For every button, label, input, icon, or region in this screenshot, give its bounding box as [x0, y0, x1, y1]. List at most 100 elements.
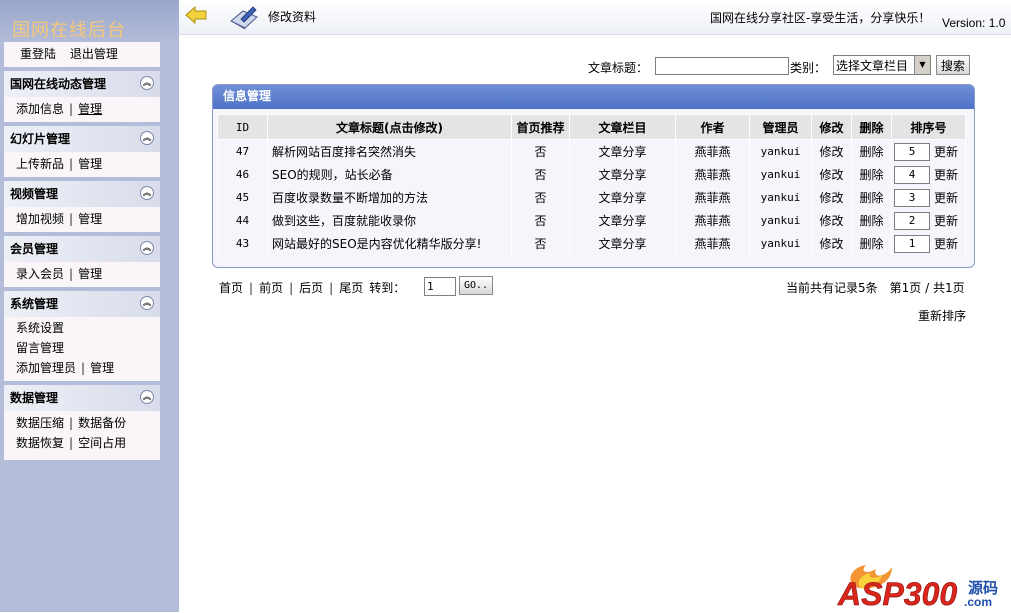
- logo-text: ASP300: [837, 576, 957, 610]
- cell-admin: yankui: [749, 139, 812, 163]
- sidebar-section-header[interactable]: 系统管理 ︽: [4, 291, 160, 317]
- sidebar-section-header[interactable]: 幻灯片管理 ︽: [4, 126, 160, 152]
- sidebar-section-members: 会员管理 ︽ 录入会员 | 管理: [4, 236, 160, 287]
- goto-page-input[interactable]: [424, 277, 456, 296]
- go-button[interactable]: GO..: [459, 276, 493, 295]
- article-title-link[interactable]: 做到这些，百度就能收录你: [267, 209, 512, 232]
- cell-sort: 更新: [891, 163, 966, 186]
- edit-link[interactable]: 修改: [811, 163, 852, 186]
- update-link[interactable]: 更新: [934, 237, 958, 251]
- section-title: 视频管理: [10, 187, 59, 201]
- add-member-link[interactable]: 录入会员: [16, 267, 64, 281]
- delete-link[interactable]: 删除: [851, 186, 892, 209]
- cell-category: 文章分享: [569, 163, 676, 186]
- guestbook-link[interactable]: 留言管理: [16, 341, 64, 355]
- update-link[interactable]: 更新: [934, 191, 958, 205]
- last-page-link[interactable]: 尾页: [339, 281, 363, 295]
- edit-link[interactable]: 修改: [811, 186, 852, 209]
- collapse-chevron-icon[interactable]: ︽: [140, 241, 154, 255]
- sidebar-section-header[interactable]: 国网在线动态管理 ︽: [4, 71, 160, 97]
- manage-slides-link[interactable]: 管理: [78, 157, 102, 171]
- next-page-link[interactable]: 后页: [299, 281, 323, 295]
- update-link[interactable]: 更新: [934, 168, 958, 182]
- backup-data-link[interactable]: 数据备份: [78, 416, 126, 430]
- cell-id: 45: [217, 186, 268, 209]
- collapse-chevron-icon[interactable]: ︽: [140, 76, 154, 90]
- sort-order-input[interactable]: [894, 165, 930, 184]
- col-header-id: ID: [217, 114, 268, 140]
- manage-admin-link[interactable]: 管理: [90, 361, 114, 375]
- asp300-logo: ASP300 源码 .com: [836, 557, 1006, 612]
- version-label: Version: 1.0: [942, 16, 1006, 30]
- collapse-chevron-icon[interactable]: ︽: [140, 186, 154, 200]
- delete-link[interactable]: 删除: [851, 232, 892, 255]
- article-title-link[interactable]: SEO的规则，站长必备: [267, 163, 512, 186]
- article-title-link[interactable]: 网站最好的SEO是内容优化精华版分享!: [267, 232, 512, 255]
- category-select-value: 选择文章栏目: [836, 59, 909, 73]
- search-button[interactable]: 搜索: [936, 55, 970, 75]
- title-search-input[interactable]: [655, 57, 789, 75]
- sidebar-section-system: 系统管理 ︽ 系统设置 留言管理 添加管理员 | 管理: [4, 291, 160, 381]
- article-title-link[interactable]: 解析网站百度排名突然消失: [267, 139, 512, 163]
- manage-video-link[interactable]: 管理: [78, 212, 102, 226]
- sort-order-input[interactable]: [894, 234, 930, 253]
- resort-link[interactable]: 重新排序: [918, 307, 966, 324]
- manage-news-link[interactable]: 管理: [78, 102, 102, 116]
- article-title-link[interactable]: 百度收录数量不断增加的方法: [267, 186, 512, 209]
- delete-link[interactable]: 删除: [851, 209, 892, 232]
- sort-order-input[interactable]: [894, 211, 930, 230]
- cell-category: 文章分享: [569, 139, 676, 163]
- delete-link[interactable]: 删除: [851, 139, 892, 163]
- cell-featured: 否: [511, 139, 570, 163]
- title-search-label: 文章标题：: [588, 61, 649, 75]
- sort-order-input[interactable]: [894, 142, 930, 161]
- add-info-link[interactable]: 添加信息: [16, 102, 64, 116]
- manage-members-link[interactable]: 管理: [78, 267, 102, 281]
- logout-link[interactable]: 退出管理: [70, 47, 118, 61]
- sidebar-section-header[interactable]: 视频管理 ︽: [4, 181, 160, 207]
- space-usage-link[interactable]: 空间占用: [78, 436, 126, 450]
- col-header-admin: 管理员: [749, 114, 812, 140]
- sidebar-section-news: 国网在线动态管理 ︽ 添加信息 | 管理: [4, 71, 160, 122]
- edit-link[interactable]: 修改: [811, 209, 852, 232]
- collapse-chevron-icon[interactable]: ︽: [140, 131, 154, 145]
- sidebar-section-header[interactable]: 会员管理 ︽: [4, 236, 160, 262]
- sort-order-input[interactable]: [894, 188, 930, 207]
- upload-product-link[interactable]: 上传新品: [16, 157, 64, 171]
- add-admin-link[interactable]: 添加管理员: [16, 361, 76, 375]
- update-link[interactable]: 更新: [934, 214, 958, 228]
- restore-data-link[interactable]: 数据恢复: [16, 436, 64, 450]
- prev-page-link[interactable]: 前页: [259, 281, 283, 295]
- delete-link[interactable]: 删除: [851, 163, 892, 186]
- compress-data-link[interactable]: 数据压缩: [16, 416, 64, 430]
- section-title: 幻灯片管理: [10, 132, 71, 146]
- cell-admin: yankui: [749, 186, 812, 209]
- top-bar: 修改资料 国网在线分享社区-享受生活，分享快乐！ Version: 1.0: [179, 0, 1011, 35]
- system-settings-link[interactable]: 系统设置: [16, 321, 64, 335]
- cell-admin: yankui: [749, 163, 812, 186]
- category-select[interactable]: 选择文章栏目 ▼: [833, 55, 931, 75]
- site-slogan: 国网在线分享社区-享受生活，分享快乐！: [710, 11, 931, 25]
- table-row: 47 解析网站百度排名突然消失 否 文章分享 燕菲燕 yankui 修改 删除 …: [217, 139, 966, 163]
- cell-id: 46: [217, 163, 268, 186]
- cell-sort: 更新: [891, 209, 966, 232]
- add-video-link[interactable]: 增加视频: [16, 212, 64, 226]
- col-header-edit: 修改: [811, 114, 852, 140]
- collapse-chevron-icon[interactable]: ︽: [140, 296, 154, 310]
- articles-table: ID 文章标题(点击修改) 首页推荐 文章栏目 作者 管理员 修改 删除 排序号…: [217, 114, 966, 255]
- dropdown-arrow-icon[interactable]: ▼: [914, 56, 930, 74]
- info-panel: 信息管理 ID 文章标题(点击修改) 首页推荐 文章栏目 作者 管理员 修改 删…: [212, 84, 975, 268]
- relogin-link[interactable]: 重登陆: [20, 47, 56, 61]
- cell-id: 43: [217, 232, 268, 255]
- edit-link[interactable]: 修改: [811, 139, 852, 163]
- collapse-chevron-icon[interactable]: ︽: [140, 390, 154, 404]
- sidebar-section-header[interactable]: 数据管理 ︽: [4, 385, 160, 411]
- pagination: 首页 | 前页 | 后页 | 尾页 转到：: [219, 281, 406, 295]
- first-page-link[interactable]: 首页: [219, 281, 243, 295]
- back-arrow-icon[interactable]: [185, 6, 207, 24]
- cell-featured: 否: [511, 186, 570, 209]
- edit-link[interactable]: 修改: [811, 232, 852, 255]
- cell-id: 47: [217, 139, 268, 163]
- section-title: 数据管理: [10, 391, 59, 405]
- update-link[interactable]: 更新: [934, 145, 958, 159]
